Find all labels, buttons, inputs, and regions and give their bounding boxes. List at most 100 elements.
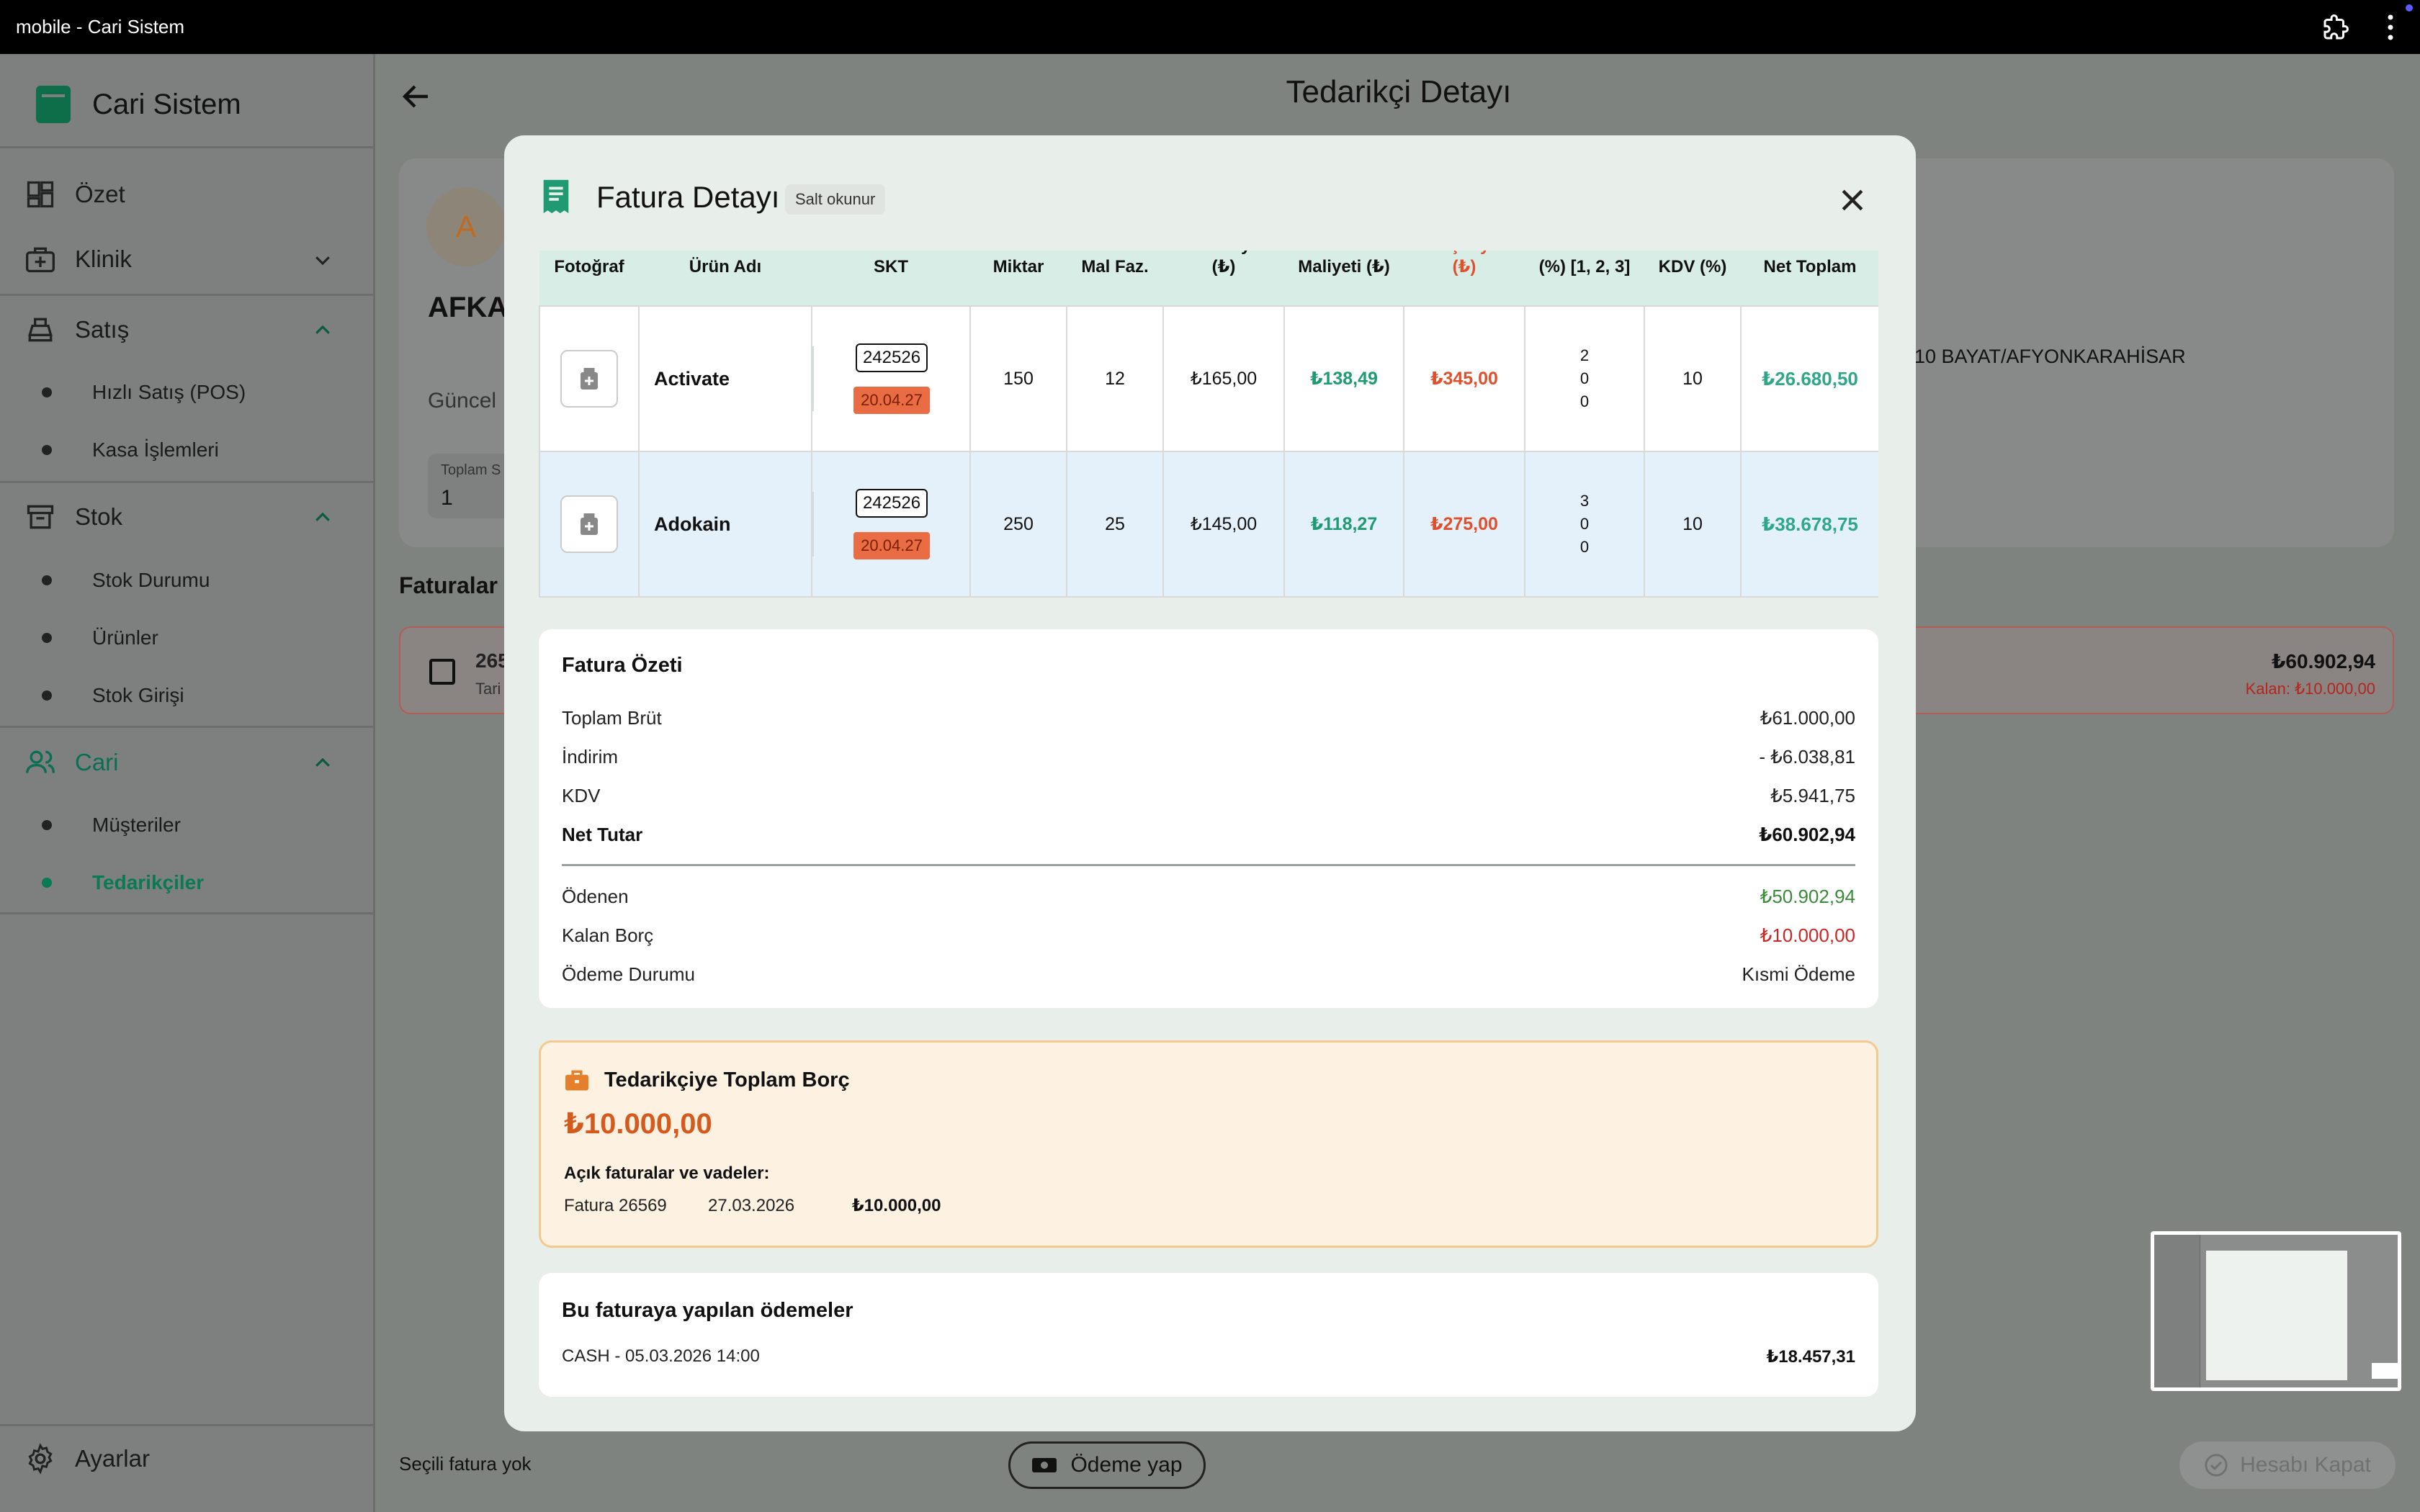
net-total: ₺26.680,50 [1740, 305, 1878, 452]
summary-discount-row: İndirim - ₺6.038,81 [562, 746, 1855, 768]
cash-register-icon [28, 318, 53, 342]
invoice-checkbox[interactable] [429, 659, 455, 685]
sidebar-subitem-musteriler[interactable]: Müşteriler [0, 797, 375, 853]
add-photo-button[interactable] [560, 495, 618, 553]
summary-status-row: Ödeme Durumu Kısmi Ödeme [562, 963, 1855, 986]
dialog-title: Fatura Detayı [596, 180, 780, 214]
lot-number: 242526 [855, 343, 928, 372]
free-goods: 25 [1066, 451, 1164, 598]
row-value: Kısmi Ödeme [1742, 963, 1856, 985]
bullet [42, 690, 52, 701]
divider [0, 294, 375, 296]
col-header: Parti SKT [871, 251, 910, 276]
sidebar-subitem-pos[interactable]: Hızlı Satış (POS) [0, 364, 375, 420]
col-header: Net Toplam [1763, 257, 1857, 276]
briefcase-icon [565, 1070, 588, 1091]
payments-title: Bu faturaya yapılan ödemeler [562, 1299, 853, 1322]
sidebar-item-satis[interactable]: Satış [0, 301, 375, 359]
debt-amount: ₺10.000,00 [564, 1108, 712, 1140]
total-label: Toplam S [441, 462, 501, 478]
sidebar-item-ayarlar[interactable]: Ayarlar [0, 1430, 375, 1488]
updated-text: Güncel [428, 389, 497, 413]
sidebar-item-stok[interactable]: Stok [0, 488, 375, 546]
sidebar-subitem-tedarikciler[interactable]: Tedarikçiler [0, 855, 375, 911]
sidebar-subitem-stok-girisi[interactable]: Stok Girişi [0, 667, 375, 724]
close-icon[interactable] [1837, 184, 1868, 216]
archive-box-icon [27, 505, 54, 529]
discount-1: 3 [1579, 492, 1590, 510]
lot-cell: 242526 20.04.27 [811, 305, 971, 452]
sidebar-item-ozet[interactable]: Özet [0, 166, 375, 223]
open-invoice-due: 27.03.2026 [708, 1196, 795, 1215]
divider [0, 726, 375, 728]
sidebar-subitem-urunler[interactable]: Ürünler [0, 610, 375, 666]
photo-cell [539, 451, 640, 598]
sidebar-subitem-stok-durumu[interactable]: Stok Durumu [0, 552, 375, 608]
divider [0, 912, 375, 914]
discount-3: 0 [1579, 392, 1590, 410]
bullet [42, 575, 52, 585]
selection-status: Seçili fatura yok [399, 1453, 532, 1475]
sidebar-subitem-label: Tedarikçiler [92, 871, 205, 894]
thumbnail-dialog [2206, 1251, 2347, 1380]
bullet [42, 445, 52, 455]
divider [0, 481, 375, 483]
sidebar-item-cari[interactable]: Cari [0, 734, 375, 791]
pay-button[interactable]: Ödeme yap [1008, 1441, 1206, 1489]
divider [0, 1424, 375, 1426]
bullet [42, 878, 52, 888]
sidebar-subitem-kasa[interactable]: Kasa İşlemleri [0, 422, 375, 478]
sale-price: ₺275,00 [1403, 451, 1525, 598]
col-header: Birim Fiyatı (₺) [1177, 251, 1271, 276]
open-invoice-row: Fatura 26569 27.03.2026 ₺10.000,00 [564, 1195, 941, 1216]
sidebar-subitem-label: Müşteriler [92, 814, 181, 836]
row-value: ₺61.000,00 [1760, 707, 1855, 729]
medical-box-icon [581, 513, 598, 535]
product-name: Adokain [638, 451, 812, 598]
sidebar-subitem-label: Ürünler [92, 626, 158, 649]
bullet [42, 633, 52, 643]
row-value: ₺10.000,00 [1760, 924, 1855, 946]
sidebar-item-label: Satış [75, 316, 130, 343]
notification-dot [2406, 4, 2413, 12]
row-label: Ödeme Durumu [562, 963, 695, 985]
sidebar-subitem-label: Kasa İşlemleri [92, 438, 219, 461]
discount-2: 0 [1579, 515, 1590, 533]
screenshot-thumbnail[interactable] [2151, 1231, 2401, 1391]
line-discounts: 2 0 0 [1524, 305, 1645, 452]
avatar: A [426, 187, 506, 266]
more-vert-icon[interactable] [2385, 13, 2396, 42]
row-label: İndirim [562, 746, 619, 768]
col-header: Miktar [992, 257, 1044, 276]
invoice-date: Tari [475, 680, 501, 698]
supplier-debt-card: Tedarikçiye Toplam Borç ₺10.000,00 Açık … [539, 1040, 1878, 1248]
archive-logo-icon [36, 86, 71, 123]
summary-vat-row: KDV ₺5.941,75 [562, 785, 1855, 807]
open-invoice-number: Fatura 26569 [564, 1196, 667, 1215]
col-header: Fotoğraf [554, 257, 624, 276]
gear-icon [28, 1443, 53, 1475]
sidebar-item-label: Klinik [75, 246, 132, 272]
thumbnail-sidebar [2154, 1235, 2200, 1387]
unit-cost: ₺138,49 [1283, 305, 1404, 452]
row-label: Kalan Borç [562, 924, 654, 946]
row-label: Net Tutar [562, 824, 643, 845]
window-titlebar: mobile - Cari Sistem [0, 0, 2420, 54]
add-photo-button[interactable] [560, 350, 618, 408]
thumbnail-mini [2372, 1363, 2398, 1379]
window-title: mobile - Cari Sistem [16, 16, 185, 37]
chevron-up-icon [315, 325, 330, 334]
bullet [42, 387, 52, 397]
supplier-name: AFKA [428, 292, 508, 323]
sidebar-item-klinik[interactable]: Klinik [0, 230, 375, 288]
sale-price: ₺345,00 [1403, 305, 1525, 452]
sidebar-subitem-label: Stok Durumu [92, 569, 210, 591]
col-header: Birim Maliyeti (₺) [1298, 251, 1390, 276]
line-discounts: 3 0 0 [1524, 451, 1645, 598]
lot-number: 242526 [855, 489, 928, 518]
extension-icon[interactable] [2323, 14, 2349, 40]
summary-gross-row: Toplam Brüt ₺61.000,00 [562, 707, 1855, 729]
photo-cell [539, 305, 640, 452]
close-account-button[interactable]: Hesabı Kapat [2179, 1441, 2396, 1489]
divider [562, 864, 1855, 866]
